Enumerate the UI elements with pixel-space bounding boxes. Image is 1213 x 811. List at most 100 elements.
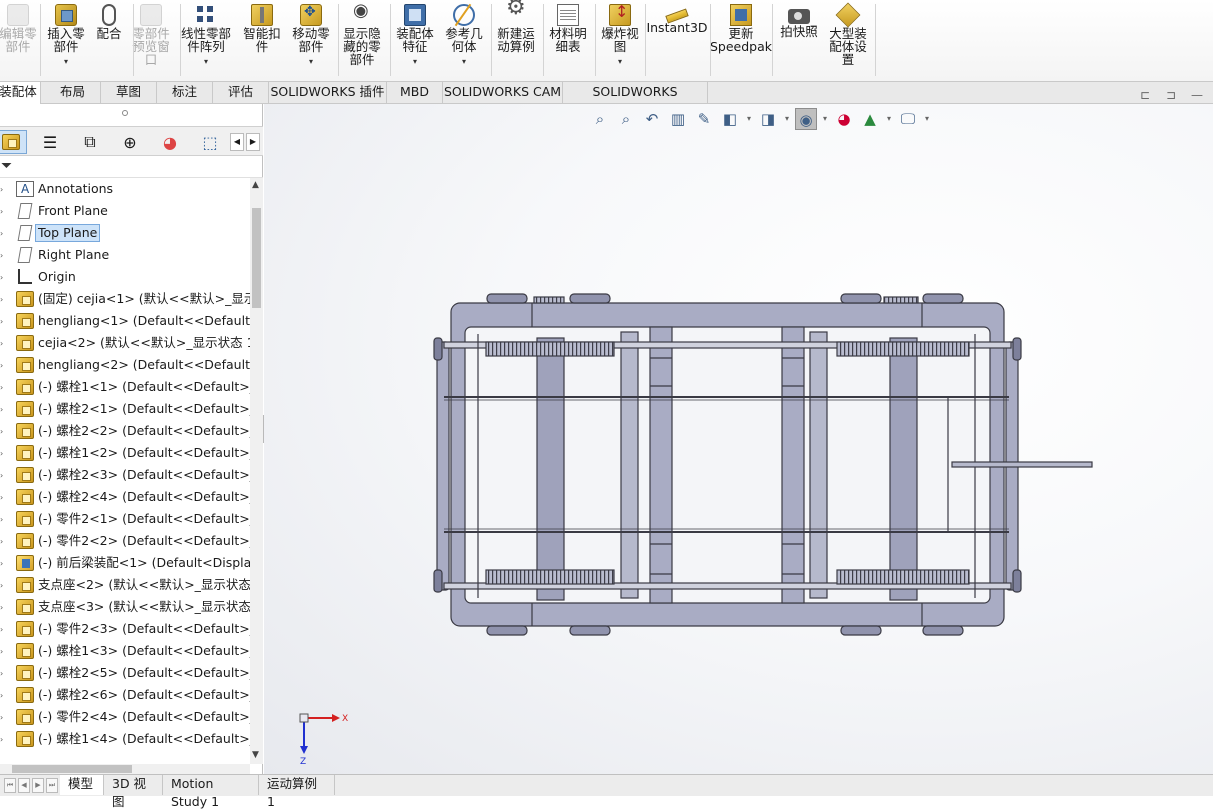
grip-icon[interactable] bbox=[122, 110, 128, 116]
expand-arrow-icon[interactable]: › bbox=[0, 581, 6, 590]
expand-arrow-icon[interactable]: › bbox=[0, 493, 6, 502]
ribbon-button-bom[interactable]: 材料明 细表 bbox=[538, 4, 598, 53]
configuration-manager-tab[interactable]: ⧉ bbox=[74, 130, 106, 154]
ribbon-button-speedpak[interactable]: 更新 Speedpak bbox=[710, 4, 772, 53]
tree-item[interactable]: › (-) 螺栓2<3> (Default<<Default>_Dis bbox=[0, 464, 250, 486]
hscroll-thumb[interactable] bbox=[12, 765, 132, 773]
expand-arrow-icon[interactable]: › bbox=[0, 735, 6, 744]
tree-item[interactable]: › (-) 零件2<2> (Default<<Default>_Dis bbox=[0, 530, 250, 552]
expand-arrow-icon[interactable]: › bbox=[0, 427, 6, 436]
chevron-down-icon[interactable]: ▾ bbox=[618, 55, 622, 68]
expand-arrow-icon[interactable]: › bbox=[0, 515, 6, 524]
chevron-down-icon[interactable]: ▾ bbox=[462, 55, 466, 68]
tree-item[interactable]: › (-) 零件2<4> (Default<<Default>_Dis bbox=[0, 706, 250, 728]
tree-vertical-scrollbar[interactable]: ▲ ▼ bbox=[250, 178, 263, 764]
ribbon-tab-2[interactable]: 草图 bbox=[101, 82, 157, 103]
tabs-scroll-right[interactable]: ▶ bbox=[246, 133, 260, 151]
tabs-scroll-left[interactable]: ◀ bbox=[230, 133, 244, 151]
tree-item[interactable]: › Right Plane bbox=[0, 244, 250, 266]
ribbon-tab-4[interactable]: 评估 bbox=[213, 82, 269, 103]
tree-item[interactable]: › (-) 螺栓2<6> (Default<<Default>_Dis bbox=[0, 684, 250, 706]
ribbon-button-instant3d[interactable]: Instant3D bbox=[646, 4, 708, 34]
ribbon-button-exploded-view[interactable]: 爆炸视 图▾ bbox=[590, 4, 650, 68]
expand-arrow-icon[interactable]: › bbox=[0, 185, 6, 194]
scroll-thumb[interactable] bbox=[252, 208, 261, 308]
expand-arrow-icon[interactable]: › bbox=[0, 317, 6, 326]
tree-item[interactable]: › (-) 螺栓2<2> (Default<<Default>_Dis bbox=[0, 420, 250, 442]
expand-arrow-icon[interactable]: › bbox=[0, 449, 6, 458]
ribbon-button-component-preview[interactable]: 零部件 预览窗 口 bbox=[121, 4, 181, 66]
tree-item[interactable]: › (-) 螺栓2<4> (Default<<Default>_Dis bbox=[0, 486, 250, 508]
tree-item[interactable]: › hengliang<1> (Default<<Default>_D bbox=[0, 310, 250, 332]
tree-item[interactable]: › 支点座<2> (默认<<默认>_显示状态 1 bbox=[0, 574, 250, 596]
expand-arrow-icon[interactable]: › bbox=[0, 625, 6, 634]
graphics-viewport[interactable]: ⌕ ⌕ ↶ ▥ ✎ ◧ ▾ ◨ ▾ ◉ ▾ ◕ ▲ ▾ 🖵 ▾ X Z bbox=[264, 104, 1213, 774]
ribbon-tab-0[interactable]: 装配体 bbox=[0, 82, 41, 104]
expand-arrow-icon[interactable]: › bbox=[0, 647, 6, 656]
tree-item[interactable]: › Front Plane bbox=[0, 200, 250, 222]
panel-grip-bar[interactable] bbox=[0, 104, 263, 126]
ribbon-tab-6[interactable]: MBD bbox=[387, 82, 443, 103]
tree-item[interactable]: › Top Plane bbox=[0, 222, 250, 244]
restore-left-icon[interactable]: ⊏ bbox=[1140, 88, 1150, 102]
tree-item[interactable]: › (-) 螺栓2<5> (Default<<Default>_Dis bbox=[0, 662, 250, 684]
ribbon-button-linear-pattern[interactable]: 线性零部 件阵列 ▾ bbox=[176, 4, 236, 68]
chevron-down-icon[interactable]: ▾ bbox=[309, 55, 313, 68]
tree-item[interactable]: › (-) 零件2<3> (Default<<Default>_Dis bbox=[0, 618, 250, 640]
expand-arrow-icon[interactable]: › bbox=[0, 471, 6, 480]
bottom-tab-0[interactable]: 模型 bbox=[60, 775, 104, 795]
expand-arrow-icon[interactable]: › bbox=[0, 251, 6, 260]
tree-item[interactable]: › (-) 螺栓1<2> (Default<<Default>_Dis bbox=[0, 442, 250, 464]
expand-arrow-icon[interactable]: › bbox=[0, 339, 6, 348]
bottom-tab-1[interactable]: 3D 视图 bbox=[104, 775, 163, 809]
display-manager-tab[interactable]: ◕ bbox=[154, 130, 186, 154]
tree-item[interactable]: › hengliang<2> (Default<<Default>_D bbox=[0, 354, 250, 376]
expand-arrow-icon[interactable]: › bbox=[0, 273, 6, 282]
expand-arrow-icon[interactable]: › bbox=[0, 713, 6, 722]
tree-item[interactable]: › (-) 零件2<1> (Default<<Default>_Dis bbox=[0, 508, 250, 530]
tree-horizontal-scrollbar[interactable] bbox=[0, 764, 250, 774]
expand-arrow-icon[interactable]: › bbox=[0, 405, 6, 414]
expand-arrow-icon[interactable]: › bbox=[0, 361, 6, 370]
ribbon-button-show-hidden[interactable]: 显示隐 藏的零 部件 bbox=[332, 4, 392, 66]
tree-item[interactable]: › (-) 螺栓1<1> (Default<<Default>_Dis bbox=[0, 376, 250, 398]
expand-arrow-icon[interactable]: › bbox=[0, 669, 6, 678]
next-tab-icon[interactable]: ▶ bbox=[32, 778, 44, 793]
tree-item[interactable]: › Annotations bbox=[0, 178, 250, 200]
tree-filter-row[interactable]: ⏷ bbox=[0, 156, 263, 178]
expand-arrow-icon[interactable]: › bbox=[0, 537, 6, 546]
first-tab-icon[interactable]: ⏮ bbox=[4, 778, 16, 793]
chevron-down-icon[interactable]: ▾ bbox=[413, 55, 417, 68]
ribbon-tab-8[interactable]: SOLIDWORKS Inspection bbox=[563, 82, 708, 119]
scroll-down-icon[interactable]: ▼ bbox=[252, 750, 259, 760]
expand-arrow-icon[interactable]: › bbox=[0, 229, 6, 238]
ribbon-tab-3[interactable]: 标注 bbox=[157, 82, 213, 103]
tree-item[interactable]: › (-) 螺栓1<4> (Default<<Default>_Dis bbox=[0, 728, 250, 750]
last-tab-icon[interactable]: ⏭ bbox=[46, 778, 58, 793]
tree-item[interactable]: › (-) 螺栓2<1> (Default<<Default>_Dis bbox=[0, 398, 250, 420]
bottom-tab-2[interactable]: Motion Study 1 bbox=[163, 775, 259, 809]
chevron-down-icon[interactable]: ▾ bbox=[204, 55, 208, 68]
assembly-model-drawing[interactable] bbox=[264, 104, 1213, 774]
tree-item[interactable]: › (固定) cejia<1> (默认<<默认>_显示状 bbox=[0, 288, 250, 310]
tree-item[interactable]: › (-) 前后梁装配<1> (Default<Display S bbox=[0, 552, 250, 574]
expand-arrow-icon[interactable]: › bbox=[0, 295, 6, 304]
cam-manager-tab[interactable]: ⬚ bbox=[194, 130, 226, 154]
ribbon-tab-7[interactable]: SOLIDWORKS CAM bbox=[443, 82, 563, 103]
tree-item[interactable]: › (-) 螺栓1<3> (Default<<Default>_Dis bbox=[0, 640, 250, 662]
expand-arrow-icon[interactable]: › bbox=[0, 603, 6, 612]
ribbon-tab-5[interactable]: SOLIDWORKS 插件 bbox=[269, 82, 387, 103]
expand-arrow-icon[interactable]: › bbox=[0, 383, 6, 392]
restore-right-icon[interactable]: ⊐ bbox=[1166, 88, 1176, 102]
bottom-tab-3[interactable]: 运动算例 1 bbox=[259, 775, 335, 809]
ribbon-button-large-assembly[interactable]: 大型装 配体设 置 bbox=[818, 2, 878, 66]
tree-item[interactable]: › cejia<2> (默认<<默认>_显示状态 1>) bbox=[0, 332, 250, 354]
expand-arrow-icon[interactable]: › bbox=[0, 207, 6, 216]
property-manager-tab[interactable]: ☰ bbox=[34, 130, 66, 154]
expand-arrow-icon[interactable]: › bbox=[0, 691, 6, 700]
ribbon-tab-1[interactable]: 布局 bbox=[45, 82, 101, 103]
minimize-icon[interactable]: — bbox=[1191, 88, 1203, 102]
ribbon-button-reference-geometry[interactable]: 参考几 何体 ▾ bbox=[434, 4, 494, 68]
prev-tab-icon[interactable]: ◀ bbox=[18, 778, 30, 793]
tree-item[interactable]: › Origin bbox=[0, 266, 250, 288]
